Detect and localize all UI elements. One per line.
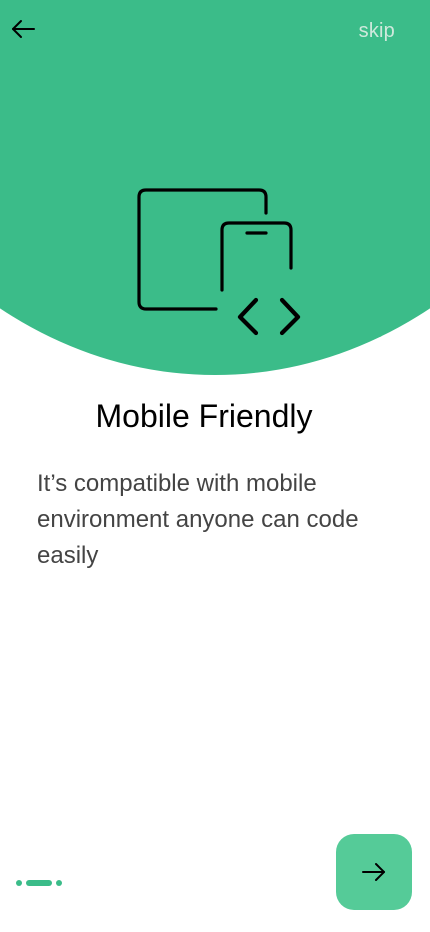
arrow-left-icon <box>12 20 35 38</box>
page-title: Mobile Friendly <box>95 398 313 434</box>
devices-code-icon <box>137 188 301 336</box>
onboarding-screen: skip Mobile Friendly It’s compatible wit… <box>0 0 430 932</box>
next-button[interactable] <box>336 834 412 910</box>
back-button[interactable] <box>8 14 38 44</box>
pagination-indicator <box>16 879 62 886</box>
description-text: It’s compatible with mobile environment … <box>37 470 359 569</box>
arrow-right-icon <box>362 863 385 881</box>
skip-button[interactable]: skip <box>359 20 395 43</box>
pagination-dot <box>16 879 22 886</box>
pagination-dot-active <box>26 879 52 886</box>
pagination-dot <box>56 879 62 886</box>
